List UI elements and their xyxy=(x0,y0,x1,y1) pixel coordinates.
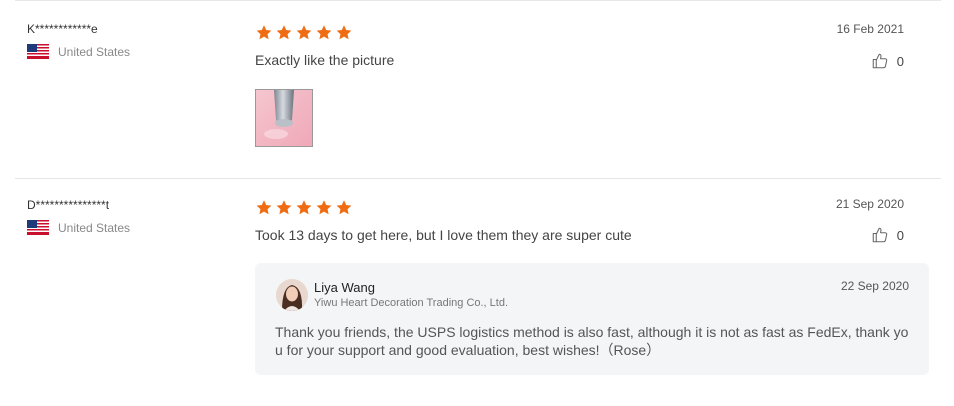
reviewer-info: K************e United States xyxy=(27,22,130,59)
reviewer-name: K************e xyxy=(27,22,98,36)
seller-avatar xyxy=(276,279,308,311)
seller-name: Liya Wang xyxy=(314,280,375,295)
us-flag-icon xyxy=(27,44,49,59)
star-icon xyxy=(296,200,312,215)
us-flag-icon xyxy=(27,220,49,235)
thumbs-up-icon xyxy=(872,53,888,69)
star-icon xyxy=(316,25,332,40)
star-rating xyxy=(255,199,355,216)
review-date: 16 Feb 2021 xyxy=(836,22,904,36)
star-icon xyxy=(336,200,352,215)
review-item: K************e United States Exactly lik… xyxy=(15,0,941,179)
review-text: Exactly like the picture xyxy=(255,52,395,68)
review-photo[interactable] xyxy=(255,89,313,147)
seller-company: Yiwu Heart Decoration Trading Co., Ltd. xyxy=(314,297,509,309)
reviewer-info: D***************t United States xyxy=(27,198,130,235)
review-date: 21 Sep 2020 xyxy=(835,197,904,211)
review-text: Took 13 days to get here, but I love the… xyxy=(255,227,632,243)
star-icon xyxy=(276,200,292,215)
country-name: United States xyxy=(58,44,131,59)
star-icon xyxy=(276,25,292,40)
reviewer-country: United States xyxy=(27,220,130,235)
star-icon xyxy=(316,200,332,215)
star-icon xyxy=(336,25,352,40)
like-count: 0 xyxy=(896,53,904,69)
reply-text: Thank you friends, the USPS logistics me… xyxy=(275,324,909,358)
helpful-button[interactable]: 0 xyxy=(871,52,904,70)
star-icon xyxy=(296,25,312,40)
reviewer-name: D***************t xyxy=(27,198,110,212)
country-name: United States xyxy=(58,220,131,235)
reply-date: 22 Sep 2020 xyxy=(840,279,909,293)
seller-reply: Liya Wang Yiwu Heart Decoration Trading … xyxy=(255,263,929,375)
reviewer-country: United States xyxy=(27,44,130,59)
like-count: 0 xyxy=(896,227,904,243)
review-item: D***************t United States Took 13 … xyxy=(15,179,941,406)
star-rating xyxy=(255,24,355,41)
helpful-button[interactable]: 0 xyxy=(871,226,904,244)
thumbs-up-icon xyxy=(872,227,888,243)
product-photo-thumbnail xyxy=(256,90,312,146)
star-icon xyxy=(256,25,272,40)
star-icon xyxy=(256,200,272,215)
